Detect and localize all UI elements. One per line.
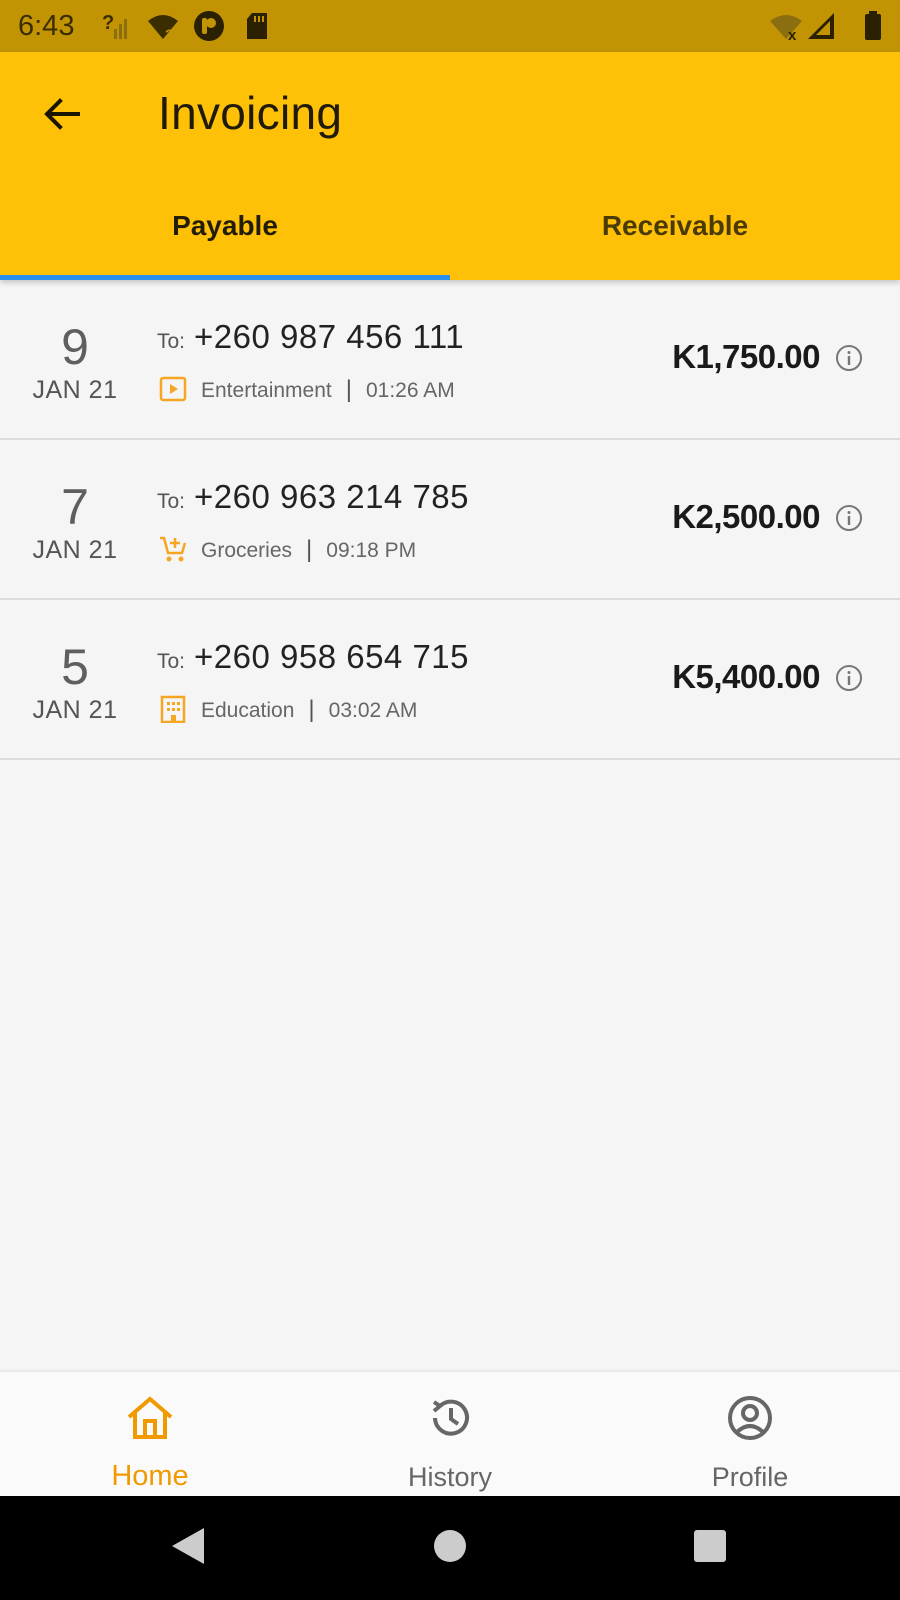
- category-label: Entertainment: [201, 379, 332, 402]
- status-time: 6:43: [18, 10, 75, 42]
- category-label: Groceries: [201, 539, 293, 562]
- arrow-left-icon[interactable]: [38, 90, 86, 138]
- invoice-day: 5: [61, 639, 89, 695]
- cell-signal-icon: [806, 10, 836, 42]
- separator: |: [308, 696, 315, 723]
- home-circle-icon[interactable]: [433, 1526, 467, 1566]
- svg-text:x: x: [788, 27, 797, 41]
- nav-history[interactable]: History: [300, 1372, 600, 1496]
- sd-card-icon: [244, 10, 270, 42]
- bottom-navigation: Home History Profile: [0, 1372, 900, 1496]
- tab-label: Receivable: [601, 210, 749, 241]
- invoice-list: 9 JAN 21 To: +260 987 456 111 Entertainm…: [0, 280, 900, 760]
- info-icon[interactable]: [834, 503, 864, 533]
- invoice-time: 01:26 AM: [365, 379, 455, 402]
- add-shopping-cart-icon: [158, 534, 188, 564]
- invoice-amount: K2,500.00: [672, 498, 820, 535]
- account-circle-icon: [724, 1392, 776, 1444]
- nav-label: History: [407, 1462, 492, 1492]
- tab-payable[interactable]: Payable: [0, 202, 450, 280]
- back-triangle-icon[interactable]: [170, 1526, 206, 1566]
- battery-icon: [864, 10, 882, 42]
- home-icon: [124, 1392, 176, 1444]
- status-bar: 6:43 ? ? x: [0, 0, 900, 52]
- invoice-day: 7: [61, 479, 89, 535]
- invoice-day: 9: [61, 319, 89, 375]
- nav-label: Home: [111, 1460, 189, 1492]
- app-notification-icon: [193, 10, 225, 42]
- recipient-phone: +260 987 456 111: [194, 318, 465, 355]
- svg-text:?: ?: [102, 12, 114, 34]
- tab-label: Payable: [172, 210, 278, 241]
- to-label: To:: [157, 490, 186, 513]
- system-navigation-bar: [0, 1496, 900, 1600]
- invoice-amount: K1,750.00: [672, 338, 820, 375]
- category-line: Groceries | 09:18 PM: [201, 536, 416, 564]
- recipient-phone: +260 963 214 785: [194, 478, 470, 515]
- history-icon: [424, 1392, 476, 1444]
- invoice-row[interactable]: 7 JAN 21 To: +260 963 214 785 Groceries |…: [0, 440, 900, 600]
- nav-home[interactable]: Home: [0, 1372, 300, 1496]
- wifi-unknown-icon: ?: [146, 10, 180, 42]
- play-box-icon: [158, 374, 188, 404]
- to-label: To:: [157, 650, 186, 673]
- separator: |: [345, 376, 352, 403]
- invoice-time: 03:02 AM: [328, 699, 418, 722]
- category-line: Education | 03:02 AM: [201, 696, 417, 724]
- invoice-amount: K5,400.00: [672, 658, 820, 695]
- app-bar: Invoicing Payable Receivable: [0, 52, 900, 280]
- nav-label: Profile: [711, 1462, 789, 1492]
- category-line: Entertainment | 01:26 AM: [201, 376, 455, 404]
- svg-text:?: ?: [165, 26, 174, 41]
- signal-unknown-icon: ?: [102, 10, 130, 42]
- invoice-month: JAN 21: [32, 536, 118, 564]
- building-icon: [158, 694, 188, 724]
- invoice-month: JAN 21: [32, 376, 118, 404]
- recents-square-icon[interactable]: [692, 1526, 728, 1566]
- category-label: Education: [201, 699, 295, 722]
- tab-receivable[interactable]: Receivable: [450, 202, 900, 280]
- invoice-month: JAN 21: [32, 696, 118, 724]
- separator: |: [306, 536, 313, 563]
- to-label: To:: [157, 330, 186, 353]
- info-icon[interactable]: [834, 343, 864, 373]
- page-title: Invoicing: [158, 87, 343, 139]
- invoice-row[interactable]: 9 JAN 21 To: +260 987 456 111 Entertainm…: [0, 280, 900, 440]
- info-icon[interactable]: [834, 663, 864, 693]
- recipient-phone: +260 958 654 715: [194, 638, 470, 675]
- invoice-time: 09:18 PM: [326, 539, 417, 562]
- nav-profile[interactable]: Profile: [600, 1372, 900, 1496]
- wifi-off-icon: x: [768, 10, 804, 42]
- invoice-row[interactable]: 5 JAN 21 To: +260 958 654 715 Education |…: [0, 600, 900, 760]
